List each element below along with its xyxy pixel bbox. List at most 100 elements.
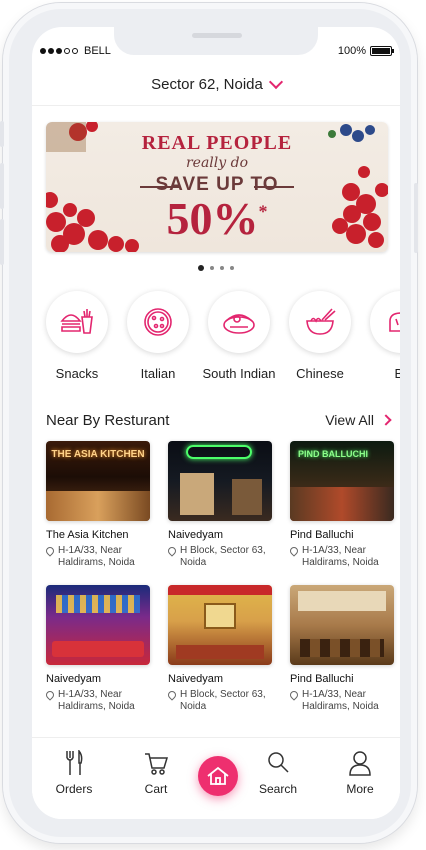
location-pin-icon <box>166 545 178 557</box>
restaurant-photo: THE ASIA KITCHEN <box>46 441 150 521</box>
volume-up-button <box>0 163 4 209</box>
app-screen: BELL 100% Sector 62, Noida REAL PEOPLE r… <box>32 27 400 819</box>
restaurant-name: Pind Balluchi <box>290 529 354 541</box>
address-line1: H-1A/33, Near <box>302 545 366 556</box>
discount-value: 50% <box>166 193 259 244</box>
nav-more[interactable]: More <box>330 750 390 796</box>
restaurant-signage: THE ASIA KITCHEN <box>51 449 145 460</box>
category-south-indian[interactable]: South Indian <box>203 291 276 381</box>
location-name: Sector 62, Noida <box>151 75 263 93</box>
restaurant-photo <box>168 441 272 521</box>
chevron-right-icon <box>380 414 392 426</box>
chevron-down-icon <box>268 74 283 89</box>
battery-fill <box>372 48 390 54</box>
page-dot[interactable] <box>230 266 234 270</box>
view-all-label: View All <box>325 412 374 428</box>
banner-discount: 50%* <box>46 192 388 245</box>
battery-icon <box>370 46 394 56</box>
header-divider <box>32 105 400 106</box>
address-line2: Haldirams, Noida <box>58 701 135 712</box>
volume-down-button <box>0 219 4 265</box>
restaurant-signage: PIND BALLUCHI <box>298 449 368 459</box>
category-label: Br <box>394 366 401 381</box>
category-snacks[interactable]: Snacks <box>46 291 108 381</box>
address-line2: Noida <box>180 701 207 712</box>
user-icon <box>349 751 371 776</box>
restaurant-card[interactable]: Pind Balluchi H-1A/33, Near Haldirams, No… <box>288 585 394 713</box>
category-list: Snacks Italian South Indian Chinese B <box>46 291 400 381</box>
address-line1: H-1A/33, Near <box>58 545 122 556</box>
promo-banner[interactable]: REAL PEOPLE really do SAVE UP TO 50%* <box>46 122 388 252</box>
restaurant-card[interactable]: Naivedyam H-1A/33, Near Haldirams, Noida <box>44 585 150 713</box>
nav-orders[interactable]: Orders <box>44 750 104 796</box>
bread-icon <box>389 312 400 332</box>
restaurant-tables <box>300 639 384 657</box>
view-all-link[interactable]: View All <box>325 412 392 428</box>
category-circle <box>289 291 351 353</box>
battery-indicator: 100% <box>337 45 394 57</box>
signal-dot <box>48 48 54 54</box>
restaurant-photo <box>290 585 394 665</box>
address-line2: Haldirams, Noida <box>302 701 379 712</box>
signal-indicator: BELL <box>40 45 111 57</box>
home-button[interactable] <box>198 756 238 796</box>
category-label: Chinese <box>296 366 344 381</box>
battery-percent: 100% <box>337 45 366 57</box>
address-line2: Haldirams, Noida <box>302 557 379 568</box>
restaurant-photo <box>46 585 150 665</box>
category-chinese[interactable]: Chinese <box>289 291 351 381</box>
address-line1: H Block, Sector 63, <box>180 545 266 556</box>
address-line1: H-1A/33, Near <box>58 689 122 700</box>
restaurant-row: Naivedyam H-1A/33, Near Haldirams, Noida … <box>44 585 394 713</box>
restaurant-card[interactable]: Naivedyam H Block, Sector 63, Noida <box>166 441 272 569</box>
category-circle <box>370 291 400 353</box>
restaurant-awning <box>168 585 272 595</box>
search-icon <box>268 752 289 773</box>
category-italian[interactable]: Italian <box>127 291 189 381</box>
page-dot[interactable] <box>210 266 214 270</box>
restaurant-window <box>232 479 262 515</box>
phone-frame: BELL 100% Sector 62, Noida REAL PEOPLE r… <box>0 3 418 843</box>
restaurant-name: Naivedyam <box>168 673 224 685</box>
banner-subline: really do <box>185 155 249 171</box>
restaurant-wall <box>298 591 386 611</box>
signal-dot <box>56 48 62 54</box>
nav-label: More <box>346 782 374 796</box>
category-breads[interactable]: Br <box>370 291 400 381</box>
nav-label: Cart <box>144 782 168 796</box>
pizza-icon <box>144 308 172 336</box>
status-bar: BELL 100% <box>32 45 400 61</box>
restaurant-photo: PIND BALLUCHI <box>290 441 394 521</box>
location-selector[interactable]: Sector 62, Noida <box>32 73 400 95</box>
restaurant-name: Naivedyam <box>46 673 102 685</box>
signal-dot <box>40 48 46 54</box>
restaurant-name: The Asia Kitchen <box>46 529 129 541</box>
restaurant-photo <box>168 585 272 665</box>
page-dot[interactable] <box>198 265 204 271</box>
restaurant-artwork <box>204 603 236 629</box>
fork-knife-icon <box>66 750 83 775</box>
restaurant-card[interactable]: Naivedyam H Block, Sector 63, Noida <box>166 585 272 713</box>
restaurant-card[interactable]: PIND BALLUCHI Pind Balluchi H-1A/33, Nea… <box>288 441 394 569</box>
page-dot[interactable] <box>220 266 224 270</box>
cart-icon <box>145 753 168 775</box>
burger-fries-icon <box>60 309 93 334</box>
address-line1: H-1A/33, Near <box>302 689 366 700</box>
restaurant-signage <box>186 445 252 459</box>
nav-cart[interactable]: Cart <box>126 750 186 796</box>
section-title: Near By Resturant <box>46 412 170 429</box>
speaker <box>192 33 242 38</box>
location-pin-icon <box>44 689 56 701</box>
address-line2: Haldirams, Noida <box>58 557 135 568</box>
restaurant-address: H-1A/33, Near Haldirams, Noida <box>44 545 150 569</box>
address-line2: Noida <box>180 557 207 568</box>
banner-pagination <box>32 265 400 271</box>
restaurant-address: H Block, Sector 63, Noida <box>166 689 272 713</box>
restaurant-name: Naivedyam <box>168 529 224 541</box>
power-button <box>414 183 418 253</box>
category-label: South Indian <box>202 366 276 381</box>
restaurant-tables <box>176 645 264 659</box>
nav-label: Orders <box>55 782 93 796</box>
nav-search[interactable]: Search <box>248 750 308 796</box>
restaurant-card[interactable]: THE ASIA KITCHEN The Asia Kitchen H-1A/3… <box>44 441 150 569</box>
